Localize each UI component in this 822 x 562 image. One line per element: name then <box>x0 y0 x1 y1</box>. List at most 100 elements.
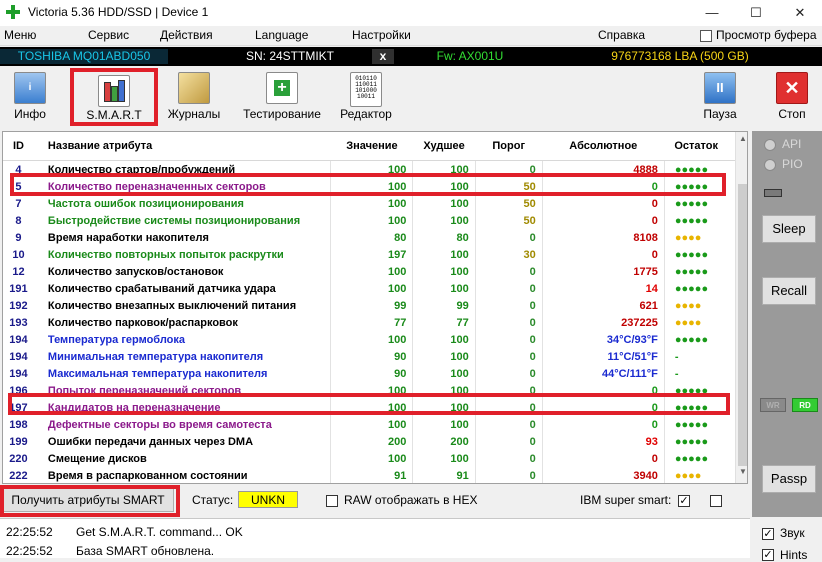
hints-checkbox[interactable]: ✓ <box>762 549 774 561</box>
attr-id: 8 <box>15 214 22 227</box>
editor-tab[interactable]: 010110 110011 101000 10011 Редактор <box>336 67 396 129</box>
table-scrollbar[interactable]: ▲ ▼ <box>735 132 747 483</box>
table-row[interactable]: 8 Быстродействие системы позиционирования… <box>3 212 735 229</box>
clipboard-view-checkbox[interactable] <box>700 30 712 42</box>
journals-tab[interactable]: Журналы <box>164 67 224 129</box>
attr-remain: ●●●●● <box>663 416 735 433</box>
attr-name: Количество внезапных выключений питания <box>47 299 297 312</box>
read-indicator: RD <box>792 398 818 412</box>
table-row[interactable]: 193 Количество парковок/распарковок 77 77 0 2… <box>3 314 735 331</box>
recall-button[interactable]: Recall <box>762 277 816 305</box>
table-row[interactable]: 194 Максимальная температура накопителя 90… <box>3 365 735 382</box>
extra-option-checkbox[interactable] <box>710 495 722 507</box>
passp-button[interactable]: Passp <box>762 465 816 493</box>
attr-raw: 0 <box>541 416 665 433</box>
column-header-value[interactable]: Значение <box>330 132 413 161</box>
raw-hex-label[interactable]: RAW отображать в HEX <box>344 493 477 507</box>
close-button[interactable]: ✕ <box>778 0 822 26</box>
column-header-remain[interactable]: Остаток <box>664 132 735 161</box>
toolbar: i Инфо S.M.A.R.T Журналы Тестирование 01… <box>0 67 822 129</box>
editor-icon-line: 10011 <box>356 93 375 100</box>
side-control-panel: API PIO Sleep Recall WR RD Passp <box>752 131 822 517</box>
attr-threshold: 50 <box>474 195 543 212</box>
attr-worst: 99 <box>412 297 476 314</box>
attr-value: 100 <box>330 280 413 297</box>
log-message: Get S.M.A.R.T. command... OK <box>76 525 243 539</box>
ibm-super-smart-checkbox[interactable]: ✓ <box>678 495 690 507</box>
attr-worst: 80 <box>412 229 476 246</box>
raw-hex-checkbox[interactable] <box>326 495 338 507</box>
api-radio[interactable] <box>764 139 776 151</box>
device-model[interactable]: TOSHIBA MQ01ABD050 <box>0 49 168 64</box>
table-row[interactable]: 222 Время в распаркованном состоянии 91 91 0… <box>3 467 735 483</box>
attr-id: 194 <box>9 333 28 346</box>
attr-threshold: 0 <box>474 297 543 314</box>
attr-worst: 100 <box>412 195 476 212</box>
attr-id: 9 <box>15 231 22 244</box>
table-row[interactable]: 9 Время наработки накопителя 80 80 0 8108 ●●●● <box>3 229 735 246</box>
scroll-up-arrow-icon[interactable]: ▲ <box>736 134 747 148</box>
column-header-id[interactable]: ID <box>3 132 34 161</box>
menu-service[interactable]: Сервис <box>88 28 129 42</box>
menu-actions[interactable]: Действия <box>160 28 213 42</box>
info-tab-label: Инфо <box>14 107 46 121</box>
stop-button[interactable]: ✕ Стоп <box>768 67 816 129</box>
attr-raw: 8108 <box>541 229 665 246</box>
attr-worst: 77 <box>412 314 476 331</box>
hints-label[interactable]: Hints <box>780 548 807 562</box>
pause-button[interactable]: II Пауза <box>696 67 744 129</box>
pio-label[interactable]: PIO <box>782 157 803 171</box>
table-row[interactable]: 194 Минимальная температура накопителя 90 1… <box>3 348 735 365</box>
column-header-raw[interactable]: Абсолютное <box>542 132 665 161</box>
pio-radio[interactable] <box>764 159 776 171</box>
table-row[interactable]: 192 Количество внезапных выключений питан… <box>3 297 735 314</box>
highlight-frame-row-5 <box>10 173 726 196</box>
column-header-name[interactable]: Название атрибута <box>33 132 331 161</box>
attr-raw: 93 <box>541 433 665 450</box>
table-row[interactable]: 191 Количество срабатываний датчика удара… <box>3 280 735 297</box>
smart-tab[interactable]: S.M.A.R.T <box>70 68 158 126</box>
sound-label[interactable]: Звук <box>780 526 805 540</box>
minimize-button[interactable]: — <box>690 0 734 26</box>
attr-value: 80 <box>330 229 413 246</box>
drive-activity-led <box>764 189 782 197</box>
testing-tab[interactable]: Тестирование <box>238 67 326 129</box>
attr-remain: ●●●●● <box>663 331 735 348</box>
scroll-down-arrow-icon[interactable]: ▼ <box>736 467 747 481</box>
table-row[interactable]: 194 Температура гермоблока 100 100 0 34°C/93°… <box>3 331 735 348</box>
menu-settings[interactable]: Настройки <box>352 28 411 42</box>
table-row[interactable]: 198 Дефектные секторы во время самотеста 1… <box>3 416 735 433</box>
table-row[interactable]: 10 Количество повторных попыток раскрутки… <box>3 246 735 263</box>
attr-raw: 44°C/111°F <box>541 365 665 382</box>
maximize-button[interactable]: ☐ <box>734 0 778 26</box>
table-row[interactable]: 199 Ошибки передачи данных через DMA 200 20… <box>3 433 735 450</box>
menu-language[interactable]: Language <box>255 28 308 42</box>
menu-help[interactable]: Справка <box>598 28 645 42</box>
attr-name: Дефектные секторы во время самотеста <box>47 418 272 431</box>
table-row[interactable]: 12 Количество запусков/остановок 100 100 0 17… <box>3 263 735 280</box>
editor-binary-icon: 010110 110011 101000 10011 <box>350 72 382 107</box>
journals-tab-label: Журналы <box>167 107 221 121</box>
api-label[interactable]: API <box>782 137 801 151</box>
sleep-button[interactable]: Sleep <box>762 215 816 243</box>
attr-raw: 237225 <box>541 314 665 331</box>
clipboard-view-label[interactable]: Просмотр буфера <box>716 28 817 42</box>
log-time: 22:25:52 <box>6 544 53 558</box>
log-line: 22:25:52 Get S.M.A.R.T. command... OK <box>6 525 243 539</box>
attr-value: 197 <box>330 246 413 263</box>
scrollbar-thumb[interactable] <box>738 184 747 466</box>
smart-tab-label: S.M.A.R.T <box>86 108 142 122</box>
table-row[interactable]: 7 Частота ошибок позиционирования 100 100 50… <box>3 195 735 212</box>
info-tab[interactable]: i Инфо <box>4 67 56 129</box>
device-close-button[interactable]: x <box>372 49 394 64</box>
column-header-threshold[interactable]: Порог <box>475 132 543 161</box>
column-header-worst[interactable]: Худшее <box>412 132 476 161</box>
attr-value: 99 <box>330 297 413 314</box>
menu-main[interactable]: Меню <box>4 28 36 42</box>
attr-remain: ●●●●● <box>663 263 735 280</box>
table-row[interactable]: 220 Смещение дисков 100 100 0 0 ●●●●● <box>3 450 735 467</box>
attr-threshold: 0 <box>474 280 543 297</box>
sound-checkbox[interactable]: ✓ <box>762 528 774 540</box>
attr-worst: 100 <box>412 280 476 297</box>
app-cross-icon <box>6 5 20 19</box>
